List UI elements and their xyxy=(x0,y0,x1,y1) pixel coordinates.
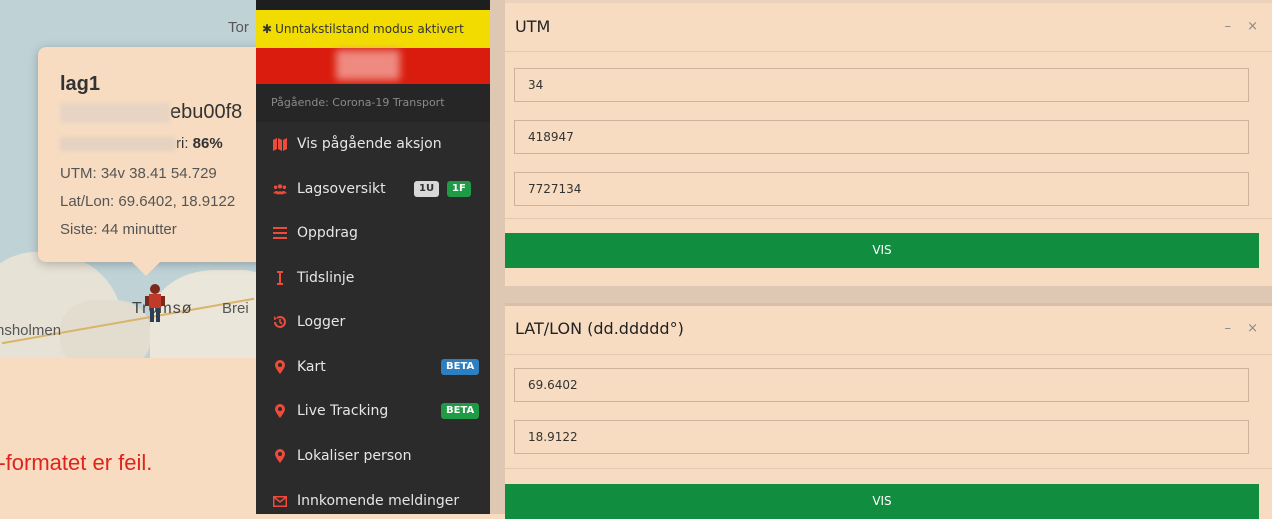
sidebar-item-live-tracking[interactable]: Live Tracking BETA xyxy=(256,389,490,433)
longitude-field[interactable]: 18.9122 xyxy=(514,420,1249,454)
panel-divider xyxy=(505,354,1272,355)
popup-device-id: ebu00f8 xyxy=(60,101,242,124)
beta-badge: BETA xyxy=(441,359,480,375)
close-icon[interactable]: × xyxy=(1247,321,1258,336)
sidebar-item-label: Vis pågående aksjon xyxy=(297,136,442,152)
latitude-field[interactable]: 69.6402 xyxy=(514,368,1249,402)
map-marker-icon xyxy=(273,449,287,463)
battery-value: 86% xyxy=(192,135,223,152)
sidebar-item-innkomende-meldinger[interactable]: Innkomende meldinger xyxy=(256,479,490,514)
sidebar-item-label: Oppdrag xyxy=(297,225,358,241)
utm-northing-field[interactable]: 7727134 xyxy=(514,172,1249,206)
map-area: Tor Tromsø Brei nsholmen lag1 ebu00f8 ri… xyxy=(0,0,256,514)
minimize-icon[interactable]: – xyxy=(1224,321,1231,336)
beta-badge: BETA xyxy=(441,403,480,419)
map-label-tor: Tor xyxy=(228,19,249,36)
redacted-block xyxy=(60,137,176,152)
utm-panel: UTM – × 34 418947 7727134 VIS xyxy=(505,0,1272,286)
timeline-icon xyxy=(273,271,287,285)
close-icon[interactable]: × xyxy=(1247,19,1258,34)
map-label-brei: Brei xyxy=(222,300,249,317)
latlon-panel: LAT/LON (dd.ddddd°) – × 69.6402 18.9122 … xyxy=(505,303,1272,519)
bug-icon: ✱ xyxy=(262,22,273,36)
sidebar-item-label: Lokaliser person xyxy=(297,448,412,464)
main-content: UTM – × 34 418947 7727134 VIS LAT/LON (d… xyxy=(490,0,1272,519)
sidebar-item-lagsoversikt[interactable]: Lagsoversikt 1U 1F xyxy=(256,167,490,211)
panel-controls: – × xyxy=(1212,321,1258,336)
redacted-block xyxy=(60,102,170,123)
error-message: M-formatet er feil. xyxy=(0,450,153,475)
vis-utm-button[interactable]: VIS xyxy=(505,233,1259,268)
panel-divider xyxy=(505,468,1272,469)
history-icon xyxy=(273,315,287,329)
map-marker-icon xyxy=(273,360,287,374)
redacted-block xyxy=(336,50,400,80)
popup-id-suffix: ebu00f8 xyxy=(170,101,243,123)
panel-title: LAT/LON (dd.ddddd°) xyxy=(515,319,684,338)
popup-latlon: Lat/Lon: 69.6402, 18.9122 xyxy=(60,193,236,210)
sidebar-item-label: Kart xyxy=(297,359,326,375)
alert-bar[interactable] xyxy=(256,48,490,84)
map-label-holmen: nsholmen xyxy=(0,322,62,339)
sidebar-item-label: Lagsoversikt xyxy=(297,181,386,197)
emergency-text: Unntakstilstand modus aktivert xyxy=(275,22,464,36)
envelope-icon xyxy=(273,494,287,508)
popup-last-seen: Siste: 44 minutter xyxy=(60,221,177,238)
sidebar-item-label: Logger xyxy=(297,314,346,330)
panel-title: UTM xyxy=(515,17,551,36)
list-icon xyxy=(273,226,287,240)
popup-utm: UTM: 34v 38.41 54.729 xyxy=(60,165,217,182)
map-marker-icon xyxy=(273,404,287,418)
sidebar-top-bar xyxy=(256,0,490,10)
sidebar-item-vis-pagaende-aksjon[interactable]: Vis pågående aksjon xyxy=(256,122,490,166)
sidebar-item-label: Live Tracking xyxy=(297,403,389,419)
sidebar-item-tidslinje[interactable]: Tidslinje xyxy=(256,256,490,300)
minimize-icon[interactable]: – xyxy=(1224,19,1231,34)
emergency-banner: ✱ Unntakstilstand modus aktivert xyxy=(256,10,490,48)
sidebar-item-logger[interactable]: Logger xyxy=(256,300,490,344)
panel-divider xyxy=(505,51,1272,52)
sidebar-item-label: Innkomende meldinger xyxy=(297,493,460,509)
panel-divider xyxy=(505,218,1272,219)
sidebar: ✱ Unntakstilstand modus aktivert Pågående… xyxy=(256,0,490,514)
utm-easting-field[interactable]: 418947 xyxy=(514,120,1249,154)
badge-f: 1F xyxy=(447,181,471,197)
badge-units: 1U xyxy=(414,181,440,197)
sidebar-item-label: Tidslinje xyxy=(297,270,355,286)
panel-controls: – × xyxy=(1212,19,1258,34)
ongoing-operation: Pågående: Corona-19 Transport xyxy=(256,84,490,122)
sidebar-item-lokaliser-person[interactable]: Lokaliser person xyxy=(256,434,490,478)
battery-label: ri: xyxy=(176,135,193,152)
utm-zone-field[interactable]: 34 xyxy=(514,68,1249,102)
team-marker-icon[interactable] xyxy=(140,282,170,326)
popup-battery: ri: 86% xyxy=(60,135,223,152)
users-icon xyxy=(273,182,287,196)
sidebar-item-oppdrag[interactable]: Oppdrag xyxy=(256,211,490,255)
sidebar-item-kart[interactable]: Kart BETA xyxy=(256,345,490,389)
map-icon xyxy=(273,137,287,151)
popup-title: lag1 xyxy=(60,73,101,95)
popup-pointer xyxy=(128,258,164,276)
map-popup: lag1 ebu00f8 ri: 86% UTM: 34v 38.41 54.7… xyxy=(38,47,256,262)
